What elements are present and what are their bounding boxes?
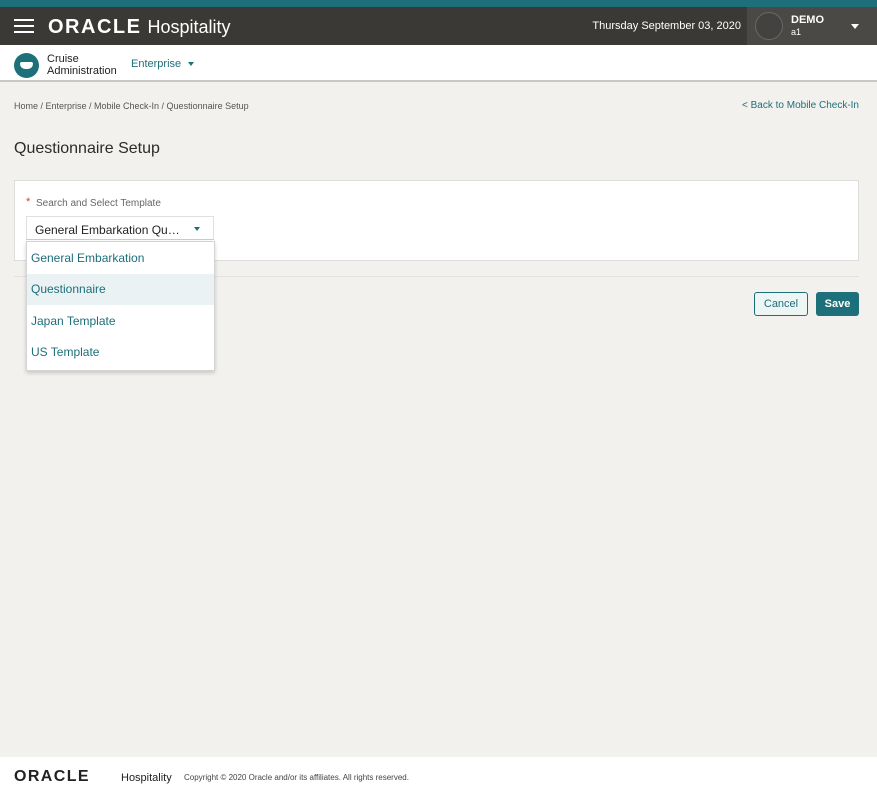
dropdown-option[interactable]: Questionnaire [27, 274, 214, 305]
template-select[interactable]: General Embarkation Qu… [26, 216, 214, 240]
breadcrumb: Home / Enterprise / Mobile Check-In / Qu… [14, 101, 249, 111]
user-menu[interactable]: DEMO a1 [747, 7, 877, 45]
enterprise-label: Enterprise [131, 58, 182, 70]
app-header: ORACLE Hospitality Thursday September 03… [0, 7, 877, 45]
top-accent-strip [0, 0, 877, 7]
avatar [755, 12, 783, 40]
user-name: DEMO [791, 14, 824, 26]
footer-oracle-logo: ORACLE [14, 768, 90, 785]
dropdown-option[interactable]: General Embarkation [27, 243, 214, 274]
page-title: Questionnaire Setup [14, 140, 160, 157]
dropdown-option[interactable]: US Template [27, 337, 214, 368]
sub-header: Cruise Administration Enterprise [0, 45, 877, 82]
app-name: Cruise Administration [47, 53, 117, 77]
app-name-line2: Administration [47, 65, 117, 77]
enterprise-selector[interactable]: Enterprise [131, 58, 195, 70]
template-dropdown-list: General Embarkation Questionnaire Japan … [26, 241, 215, 371]
ship-icon [14, 53, 39, 78]
footer: ORACLE Hospitality Copyright © 2020 Orac… [0, 757, 877, 792]
hamburger-menu-icon[interactable] [14, 19, 34, 33]
template-select-value: General Embarkation Qu… [35, 223, 180, 237]
required-indicator: * [26, 196, 31, 208]
brand-logo: ORACLE Hospitality [48, 16, 230, 38]
save-button[interactable]: Save [816, 292, 859, 316]
brand-product: Hospitality [147, 17, 231, 37]
caret-down-icon [188, 62, 195, 66]
app-name-line1: Cruise [47, 53, 79, 65]
header-date: Thursday September 03, 2020 [592, 20, 741, 32]
caret-down-icon [194, 227, 200, 231]
cancel-button[interactable]: Cancel [754, 292, 808, 316]
dropdown-option[interactable]: Japan Template [27, 306, 214, 337]
user-property: a1 [791, 27, 802, 37]
footer-copyright: Copyright © 2020 Oracle and/or its affil… [184, 773, 409, 782]
back-to-mobile-checkin-link[interactable]: < Back to Mobile Check-In [742, 100, 859, 111]
template-field-label: Search and Select Template [36, 198, 161, 209]
chevron-down-icon [851, 24, 859, 29]
footer-product: Hospitality [121, 772, 172, 784]
brand-oracle: ORACLE [48, 16, 142, 38]
